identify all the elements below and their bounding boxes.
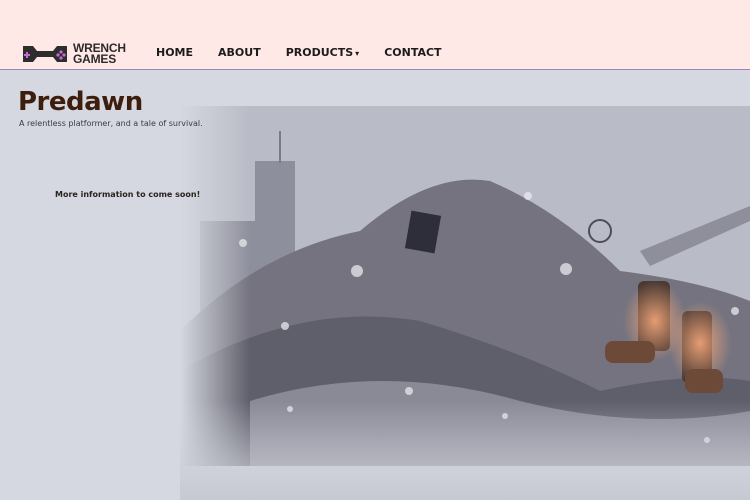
info-message: More information to come soon! bbox=[55, 190, 201, 199]
nav-products[interactable]: PRODUCTS ▾ bbox=[286, 46, 359, 59]
chevron-down-icon: ▾ bbox=[355, 49, 360, 58]
page-tagline: A relentless platformer, and a tale of s… bbox=[19, 119, 203, 128]
site-header: WRENCH GAMES HOME ABOUT PRODUCTS ▾ CONTAC… bbox=[0, 0, 750, 70]
brand-line-2: GAMES bbox=[73, 52, 117, 66]
brand-logo[interactable]: WRENCH GAMES bbox=[21, 42, 126, 66]
hero-section bbox=[0, 71, 750, 500]
nav-products-label: PRODUCTS bbox=[285, 46, 354, 59]
nav-home[interactable]: HOME bbox=[156, 46, 193, 59]
nav-about[interactable]: ABOUT bbox=[218, 46, 261, 59]
nav-home-label: HOME bbox=[156, 46, 194, 59]
nav-contact[interactable]: CONTACT bbox=[384, 46, 441, 59]
page-title: Predawn bbox=[18, 87, 143, 117]
hero-artwork-image bbox=[180, 106, 750, 500]
nav-contact-label: CONTACT bbox=[384, 46, 442, 59]
brand-name: WRENCH GAMES bbox=[73, 42, 126, 66]
main-nav: HOME ABOUT PRODUCTS ▾ CONTACT bbox=[156, 46, 467, 59]
nav-about-label: ABOUT bbox=[218, 46, 261, 59]
gamepad-wrench-icon bbox=[23, 46, 67, 62]
